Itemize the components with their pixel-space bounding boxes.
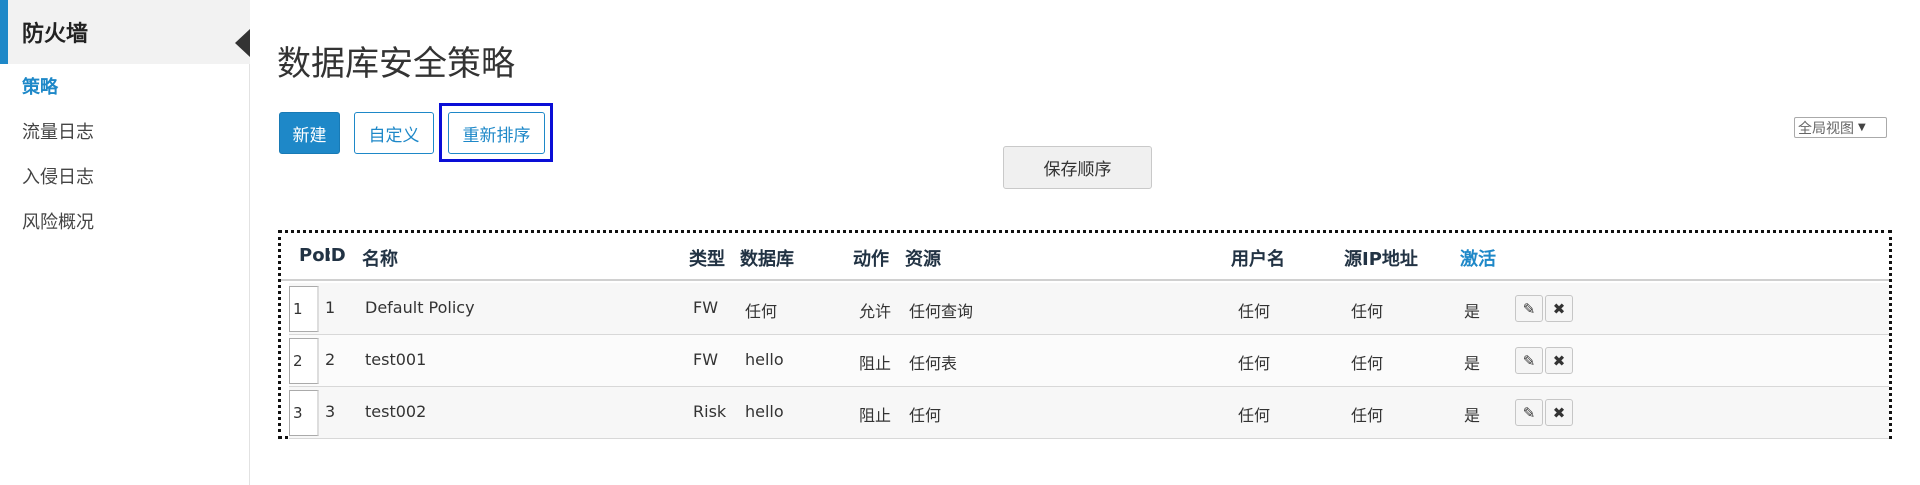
cell-source-ip: 任何 (1351, 406, 1384, 425)
cell-username: 任何 (1238, 354, 1271, 373)
edit-button[interactable]: ✎ (1515, 399, 1543, 426)
cell-action: 允许 (859, 302, 892, 321)
save-order-button[interactable]: 保存顺序 (1003, 146, 1152, 189)
position-input[interactable]: 3 (289, 390, 319, 436)
sidebar-nav: 策略 流量日志 入侵日志 风险概况 (0, 68, 250, 248)
close-icon: ✖ (1552, 351, 1566, 370)
cell-username: 任何 (1238, 302, 1271, 321)
sidebar-item-intrusion-log[interactable]: 入侵日志 (0, 158, 250, 203)
collapse-sidebar-icon[interactable] (235, 29, 250, 57)
close-icon: ✖ (1552, 403, 1566, 422)
cell-id: 3 (325, 402, 336, 421)
header-name[interactable]: 名称 (362, 245, 398, 271)
header-active[interactable]: 激活 (1460, 245, 1496, 271)
cell-database: 任何 (745, 302, 778, 321)
cell-action: 阻止 (859, 406, 892, 425)
new-button[interactable]: 新建 (279, 112, 340, 154)
sidebar-item-traffic-log[interactable]: 流量日志 (0, 113, 250, 158)
cell-resource: 任何 (909, 406, 942, 425)
cell-id: 2 (325, 350, 336, 369)
page-title: 数据库安全策略 (277, 44, 515, 84)
sidebar-header: 防火墙 (0, 0, 250, 64)
table-header: Po: ID 名称 类型 数据库 动作 资源 用户名 源IP地址 激活 (281, 233, 1889, 281)
cell-active: 是 (1464, 406, 1481, 425)
cell-source-ip: 任何 (1351, 354, 1384, 373)
header-database[interactable]: 数据库 (740, 245, 794, 271)
delete-button[interactable]: ✖ (1545, 295, 1573, 322)
table-row: 2 2 test001 FW hello 阻止 任何表 任何 任何 是 ✎ ✖ (289, 335, 1889, 387)
pencil-icon: ✎ (1522, 403, 1536, 422)
header-type[interactable]: 类型 (689, 245, 725, 271)
sidebar-title: 防火墙 (22, 22, 89, 47)
delete-button[interactable]: ✖ (1545, 399, 1573, 426)
header-resource[interactable]: 资源 (905, 245, 941, 271)
position-input[interactable]: 2 (289, 338, 319, 384)
main-content: 数据库安全策略 新建 自定义 重新排序 保存顺序 全局视图 ▼ Po: ID 名… (251, 0, 1920, 485)
cell-source-ip: 任何 (1351, 302, 1384, 321)
pencil-icon: ✎ (1522, 351, 1536, 370)
reorder-button[interactable]: 重新排序 (448, 112, 545, 154)
header-source-ip[interactable]: 源IP地址 (1344, 245, 1418, 271)
delete-button[interactable]: ✖ (1545, 347, 1573, 374)
cell-type: Risk (693, 402, 727, 421)
cell-name: Default Policy (365, 298, 475, 317)
cell-action: 阻止 (859, 354, 892, 373)
cell-active: 是 (1464, 302, 1481, 321)
cell-resource: 任何表 (909, 354, 958, 373)
custom-button[interactable]: 自定义 (354, 112, 434, 154)
sidebar-item-policy[interactable]: 策略 (0, 68, 250, 113)
table-row: 1 1 Default Policy FW 任何 允许 任何查询 任何 任何 是… (289, 283, 1889, 335)
cell-name: test001 (365, 350, 427, 369)
edit-button[interactable]: ✎ (1515, 347, 1543, 374)
view-select[interactable]: 全局视图 ▼ (1794, 117, 1887, 138)
cell-database: hello (745, 350, 784, 369)
close-icon: ✖ (1552, 299, 1566, 318)
table-row: 3 3 test002 Risk hello 阻止 任何 任何 任何 是 ✎ ✖ (289, 387, 1889, 439)
position-input[interactable]: 1 (289, 286, 319, 332)
cell-type: FW (693, 298, 719, 317)
cell-type: FW (693, 350, 719, 369)
cell-resource: 任何查询 (909, 302, 974, 321)
pencil-icon: ✎ (1522, 299, 1536, 318)
view-select-value: 全局视图 (1798, 120, 1854, 137)
policy-table: Po: ID 名称 类型 数据库 动作 资源 用户名 源IP地址 激活 1 1 … (278, 230, 1892, 439)
cell-database: hello (745, 402, 784, 421)
header-action[interactable]: 动作 (853, 245, 889, 271)
cell-id: 1 (325, 298, 336, 317)
edit-button[interactable]: ✎ (1515, 295, 1543, 322)
header-username[interactable]: 用户名 (1231, 245, 1285, 271)
cell-name: test002 (365, 402, 427, 421)
cell-active: 是 (1464, 354, 1481, 373)
sidebar: 防火墙 策略 流量日志 入侵日志 风险概况 (0, 0, 250, 485)
sidebar-item-risk-overview[interactable]: 风险概况 (0, 203, 250, 248)
cell-username: 任何 (1238, 406, 1271, 425)
chevron-down-icon: ▼ (1858, 122, 1866, 133)
header-id[interactable]: ID (324, 245, 346, 266)
